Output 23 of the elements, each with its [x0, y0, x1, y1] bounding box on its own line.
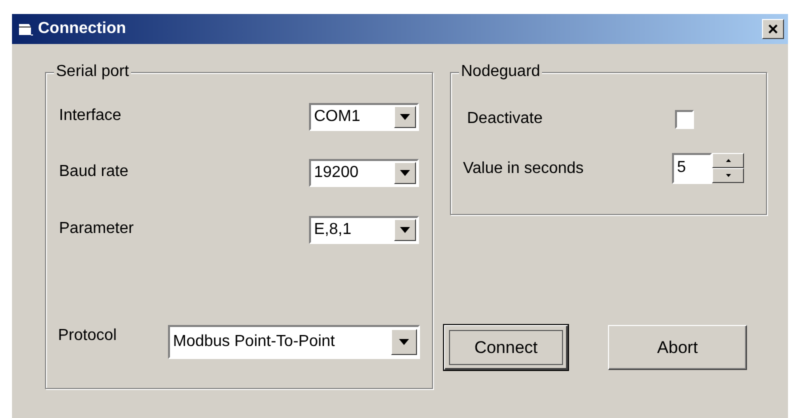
- field-label: Baud rate: [59, 162, 128, 182]
- down-arrow-icon: [726, 174, 730, 177]
- group-title: Serial port: [54, 62, 131, 82]
- number-field[interactable]: 5: [672, 153, 712, 184]
- field-label: Protocol: [58, 326, 118, 346]
- window-title: Connection: [38, 19, 126, 39]
- abort-button[interactable]: Abort: [608, 325, 747, 370]
- protocol-dropdown[interactable]: Modbus Point-To-Point: [168, 325, 420, 359]
- dropdown[interactable]: COM1: [309, 103, 419, 131]
- checkbox-label: Deactivate: [467, 109, 544, 129]
- spin-down-button[interactable]: [712, 168, 744, 183]
- window-icon: [18, 22, 34, 36]
- checkbox[interactable]: [675, 110, 694, 128]
- spin-up-button[interactable]: [712, 153, 744, 168]
- field-label: Interface: [59, 106, 122, 126]
- field-label: Parameter: [59, 219, 134, 239]
- spinner-label: Value in seconds: [463, 158, 585, 178]
- dropdown[interactable]: 19200: [309, 159, 419, 187]
- up-arrow-icon: [726, 159, 730, 162]
- close-button[interactable]: ×: [762, 19, 784, 39]
- connect-button[interactable]: Connect: [444, 325, 568, 370]
- dropdown[interactable]: E,8,1: [309, 216, 419, 244]
- group-title: Nodeguard: [459, 62, 542, 82]
